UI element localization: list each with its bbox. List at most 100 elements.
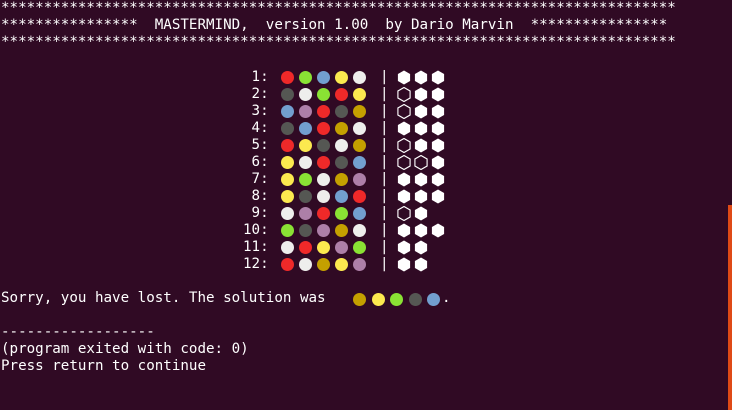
row-separator: | (380, 86, 389, 102)
row-separator: | (380, 69, 389, 85)
guess-peg (317, 105, 330, 118)
guess-peg (299, 139, 312, 152)
guess-peg (281, 207, 294, 220)
guess-peg (299, 258, 312, 271)
guess-peg (299, 71, 312, 84)
feedback-full-hex-icon (431, 223, 445, 238)
guess-peg (281, 139, 294, 152)
board-row: 7: | (0, 171, 460, 188)
guess-peg (335, 122, 348, 135)
guess-peg (317, 122, 330, 135)
feedback-full-hex-icon (414, 189, 428, 204)
guess-peg (353, 190, 366, 203)
solution-peg (408, 293, 422, 306)
feedback-full-hex-icon (431, 138, 445, 153)
guess-peg (317, 71, 330, 84)
guess-peg (299, 122, 312, 135)
row-separator: | (380, 222, 389, 238)
feedback-full-hex-icon (431, 104, 445, 119)
guess-peg (353, 173, 366, 186)
footer-dashes: ------------------ (1, 324, 155, 340)
guess-peg (335, 224, 348, 237)
row-number: 10: (243, 222, 269, 238)
guess-peg (299, 241, 312, 254)
feedback-full-hex-icon (414, 172, 428, 187)
guess-peg (317, 173, 330, 186)
row-number: 8: (243, 188, 269, 204)
guess-peg (317, 156, 330, 169)
guess-peg (353, 105, 366, 118)
guess-peg (299, 88, 312, 101)
row-separator: | (380, 103, 389, 119)
row-number: 7: (243, 171, 269, 187)
guess-peg (353, 224, 366, 237)
guess-peg (335, 71, 348, 84)
guess-peg (353, 258, 366, 271)
row-number: 2: (243, 86, 269, 102)
guess-peg (317, 241, 330, 254)
feedback-full-hex-icon (397, 257, 411, 272)
feedback-full-hex-icon (414, 104, 428, 119)
feedback-full-hex-icon (414, 257, 428, 272)
row-number: 4: (243, 120, 269, 136)
guess-peg (281, 105, 294, 118)
board-row: 12: | (0, 256, 460, 273)
board-row: 11: | (0, 239, 460, 256)
feedback-full-hex-icon (414, 121, 428, 136)
feedback-empty-hex-icon (414, 155, 428, 170)
guess-peg (335, 139, 348, 152)
feedback-full-hex-icon (414, 70, 428, 85)
row-separator: | (380, 154, 389, 170)
header-border-top: ****************************************… (1, 0, 676, 16)
feedback-empty-hex-icon (397, 206, 411, 221)
feedback-full-hex-icon (431, 70, 445, 85)
feedback-empty-hex-icon (397, 87, 411, 102)
solution-peg (353, 293, 366, 306)
guess-peg (317, 207, 330, 220)
row-number: 9: (243, 205, 269, 221)
feedback-full-hex-icon (414, 223, 428, 238)
row-separator: | (380, 171, 389, 187)
row-number: 12: (243, 256, 269, 272)
feedback-empty-hex-icon (397, 104, 411, 119)
board-row: 2: | (0, 86, 460, 103)
guess-peg (353, 207, 366, 220)
row-separator: | (380, 137, 389, 153)
feedback-empty-hex-icon (397, 138, 411, 153)
guess-peg (317, 224, 330, 237)
guess-peg (317, 258, 330, 271)
row-number: 3: (243, 103, 269, 119)
guess-peg (299, 224, 312, 237)
guess-peg (281, 71, 294, 84)
row-number: 5: (243, 137, 269, 153)
guess-peg (353, 88, 366, 101)
board-row: 6: | (0, 154, 460, 171)
board-row: 3: | (0, 103, 460, 120)
guess-peg (317, 88, 330, 101)
solution-peg (390, 293, 403, 306)
board-row: 9: | (0, 205, 460, 222)
guess-peg (299, 105, 312, 118)
guess-peg (281, 173, 294, 186)
feedback-full-hex-icon (431, 121, 445, 136)
guess-peg (299, 190, 312, 203)
row-separator: | (380, 205, 389, 221)
scrollbar-thumb[interactable] (728, 205, 732, 410)
solution-peg (427, 293, 440, 306)
exit-message: (program exited with code: 0) (1, 341, 249, 357)
guess-peg (317, 139, 330, 152)
guess-peg (353, 71, 366, 84)
guess-peg (281, 122, 294, 135)
header-border-bottom: ****************************************… (1, 34, 676, 50)
continue-prompt: Press return to continue (1, 358, 206, 374)
feedback-full-hex-icon (397, 70, 411, 85)
board-row: 10: | (0, 222, 460, 239)
row-separator: | (380, 120, 389, 136)
guess-peg (281, 156, 294, 169)
board-row: 5: | (0, 137, 460, 154)
row-separator: | (380, 239, 389, 255)
feedback-full-hex-icon (431, 189, 445, 204)
guess-peg (353, 241, 366, 254)
guess-peg (299, 156, 312, 169)
guess-peg (317, 190, 330, 203)
